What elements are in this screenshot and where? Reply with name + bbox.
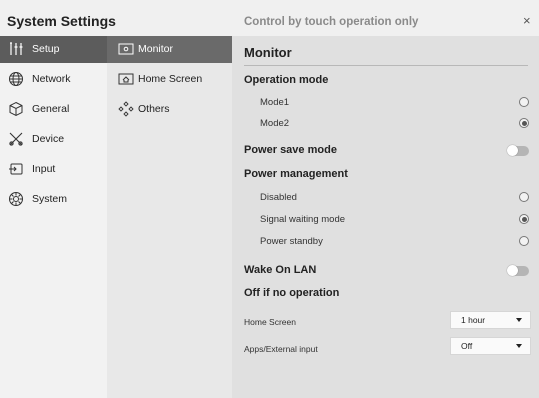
primary-nav: Setup Network General Device Input Syste… xyxy=(0,36,107,398)
subnav-item-home-screen[interactable]: Home Screen xyxy=(107,66,232,93)
nav-item-label: Setup xyxy=(32,43,60,55)
nav-item-network[interactable]: Network xyxy=(0,66,107,93)
close-icon[interactable]: × xyxy=(523,13,531,28)
power-save-mode-toggle[interactable] xyxy=(507,145,529,156)
power-standby-radio[interactable] xyxy=(519,236,529,246)
title-bar: System Settings Control by touch operati… xyxy=(0,0,539,36)
option-label: Mode2 xyxy=(260,118,290,129)
option-label: Power standby xyxy=(260,236,323,247)
nav-item-label: Device xyxy=(32,133,65,145)
wake-on-lan-toggle[interactable] xyxy=(507,265,529,276)
subnav-item-label: Home Screen xyxy=(138,73,203,85)
home-screen-timeout-select[interactable]: 1 hour xyxy=(450,311,531,329)
power-save-mode-label: Power save mode xyxy=(244,144,337,156)
cube-icon xyxy=(9,101,23,117)
gear-icon xyxy=(9,192,23,206)
subnav-item-label: Others xyxy=(138,103,170,115)
chevron-down-icon xyxy=(516,318,522,322)
monitor-settings-panel: Monitor Operation mode Mode1 Mode2 Power… xyxy=(232,36,539,398)
option-label: Disabled xyxy=(260,192,297,203)
subnav-item-label: Monitor xyxy=(138,43,174,55)
apps-external-input-timeout-select[interactable]: Off xyxy=(450,337,531,355)
page-title: Monitor xyxy=(244,45,292,60)
others-icon xyxy=(118,101,134,117)
secondary-nav: Monitor Home Screen Others xyxy=(107,36,232,398)
nav-item-input[interactable]: Input xyxy=(0,156,107,183)
option-label: Signal waiting mode xyxy=(260,214,346,225)
disabled-radio[interactable] xyxy=(519,192,529,202)
nav-item-label: System xyxy=(32,193,68,205)
signal-waiting-mode-radio[interactable] xyxy=(519,214,529,224)
monitor-icon xyxy=(118,43,134,55)
input-icon xyxy=(9,163,23,175)
device-tools-icon xyxy=(9,132,23,146)
option-label: Mode1 xyxy=(260,97,290,108)
nav-item-device[interactable]: Device xyxy=(0,126,107,153)
home-screen-label: Home Screen xyxy=(244,317,296,327)
mode1-radio[interactable] xyxy=(519,97,529,107)
chevron-down-icon xyxy=(516,344,522,348)
nav-item-label: General xyxy=(32,103,70,115)
operation-mode-heading: Operation mode xyxy=(244,74,329,86)
subnav-item-monitor[interactable]: Monitor xyxy=(107,36,232,63)
subnav-item-others[interactable]: Others xyxy=(107,96,232,123)
touch-only-notice: Control by touch operation only xyxy=(244,16,419,28)
home-icon xyxy=(118,73,134,85)
app-title: System Settings xyxy=(7,13,116,29)
nav-item-general[interactable]: General xyxy=(0,96,107,123)
select-value: Off xyxy=(461,341,473,351)
apps-external-input-label: Apps/External input xyxy=(244,344,318,354)
off-if-no-operation-heading: Off if no operation xyxy=(244,287,340,299)
mode2-radio[interactable] xyxy=(519,118,529,128)
wake-on-lan-label: Wake On LAN xyxy=(244,264,317,276)
nav-item-system[interactable]: System xyxy=(0,186,107,213)
nav-item-label: Input xyxy=(32,163,56,175)
power-management-heading: Power management xyxy=(244,168,348,180)
globe-icon xyxy=(9,72,23,86)
tools-icon xyxy=(10,42,23,55)
nav-item-label: Network xyxy=(32,73,71,85)
select-value: 1 hour xyxy=(461,315,486,325)
nav-item-setup[interactable]: Setup xyxy=(0,36,107,63)
title-divider xyxy=(244,65,528,66)
